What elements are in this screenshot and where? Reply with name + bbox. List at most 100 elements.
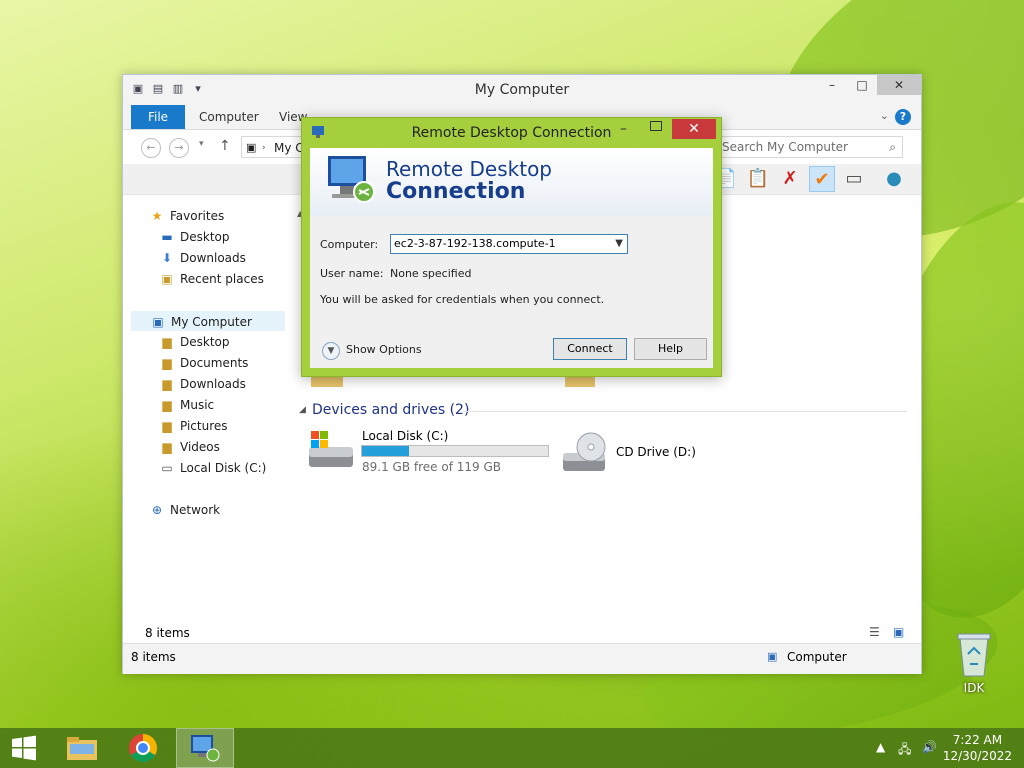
taskbar-file-explorer[interactable] [54, 728, 112, 768]
help-button[interactable]: Help [634, 338, 707, 360]
star-icon: ★ [151, 209, 163, 223]
username-value: None specified [390, 267, 472, 280]
taskbar-remote-desktop[interactable] [176, 728, 234, 768]
nav-fav-downloads[interactable]: ⬇ Downloads [159, 248, 246, 268]
disk-usage-fill [362, 446, 409, 456]
drive-name: CD Drive (D:) [616, 445, 696, 459]
expand-options-icon[interactable]: ▼ [322, 342, 340, 360]
rdc-titlebar[interactable]: Remote Desktop Connection – ✕ [302, 118, 721, 146]
tab-file[interactable]: File [131, 105, 185, 129]
minimize-button[interactable]: – [620, 121, 627, 137]
file-explorer-icon [67, 737, 97, 760]
recycle-bin[interactable]: IDK [950, 630, 998, 695]
taskbar-chrome[interactable] [114, 728, 172, 768]
collapse-group-icon[interactable]: ◢ [299, 405, 306, 415]
start-button[interactable] [0, 728, 48, 768]
computer-value: ec2-3-87-192-138.compute-1 [394, 237, 556, 250]
recent-places-icon: ▣ [161, 272, 173, 286]
rdc-banner-line1: Remote Desktop [386, 157, 553, 181]
network-icon: ⊕ [151, 503, 163, 517]
chevron-down-icon[interactable]: ▼ [615, 235, 623, 253]
folder-icon: ▆ [162, 440, 172, 454]
status-items: 8 items [131, 650, 176, 664]
rdc-body: Remote Desktop Connection Computer: ec2-… [310, 148, 713, 368]
nav-pc-downloads[interactable]: ▆ Downloads [159, 374, 246, 394]
window-title: My Computer [474, 82, 570, 98]
maximize-button[interactable] [650, 121, 662, 131]
computer-icon: ▣ [246, 141, 257, 154]
drive-local-disk[interactable]: Local Disk (C:) 89.1 GB free of 119 GB [307, 429, 567, 479]
group-divider [463, 411, 907, 412]
computer-icon: ▣ [152, 315, 164, 329]
delete-icon[interactable]: ✗ [777, 166, 803, 192]
search-input[interactable]: Search My Computer ⌕ [715, 136, 903, 158]
network-icon[interactable]: 🖧 [898, 740, 911, 761]
recent-locations-icon[interactable]: ▾ [199, 139, 204, 149]
drive-cd[interactable]: CD Drive (D:) [561, 429, 721, 479]
nav-network[interactable]: ⊕ Network [149, 500, 220, 520]
nav-pc-desktop[interactable]: ▆ Desktop [159, 332, 229, 352]
recycle-bin-icon [957, 633, 991, 677]
nav-my-computer[interactable]: ▣ My Computer [131, 311, 285, 331]
tab-computer[interactable]: Computer [199, 110, 259, 124]
clock-date: 12/30/2022 [942, 749, 1012, 763]
nav-fav-recent[interactable]: ▣ Recent places [159, 269, 264, 289]
clock[interactable]: 7:22 AM 12/30/2022 [943, 732, 1012, 764]
large-icons-view-icon[interactable]: ▣ [893, 625, 904, 639]
clipboard-icon[interactable]: 📋 [745, 166, 771, 192]
volume-icon[interactable]: 🔊 [922, 740, 937, 754]
minimize-button[interactable]: – [817, 75, 847, 95]
folder-icon: ▆ [162, 398, 172, 412]
group-devices-heading[interactable]: Devices and drives (2) [312, 402, 469, 418]
nav-fav-desktop[interactable]: ▬ Desktop [159, 227, 229, 247]
status-bar: 8 items ▣ Computer [123, 643, 921, 674]
computer-label: Computer: [320, 238, 379, 251]
remote-desktop-icon [328, 156, 375, 203]
nav-favorites[interactable]: ★ Favorites [149, 206, 225, 226]
status-location: Computer [787, 650, 847, 664]
globe-icon[interactable]: ● [881, 166, 907, 192]
chrome-icon [129, 734, 157, 762]
close-button[interactable]: ✕ [877, 75, 921, 95]
nav-pc-music[interactable]: ▆ Music [159, 395, 214, 415]
ribbon-expand-icon[interactable]: ⌄ [880, 109, 889, 122]
search-icon[interactable]: ⌕ [889, 137, 896, 157]
item-count: 8 items [145, 626, 190, 640]
rdc-dialog[interactable]: Remote Desktop Connection – ✕ Remote Des… [301, 117, 722, 377]
clock-time: 7:22 AM [952, 733, 1003, 747]
hard-drive-icon [309, 431, 353, 467]
forward-button[interactable]: → [169, 138, 189, 158]
taskbar: ▲ 🖧 🔊 7:22 AM 12/30/2022 [0, 728, 1024, 768]
show-options-link[interactable]: Show Options [346, 343, 422, 356]
nav-pc-local-disk[interactable]: ▭ Local Disk (C:) [159, 458, 266, 478]
back-button[interactable]: ← [141, 138, 161, 158]
maximize-button[interactable]: □ [847, 75, 877, 95]
window-controls: – □ ✕ [817, 75, 921, 95]
properties-icon[interactable]: ▭ [841, 166, 867, 192]
drive-free-space: 89.1 GB free of 119 GB [362, 460, 501, 474]
nav-pc-videos[interactable]: ▆ Videos [159, 437, 220, 457]
folder-icon: ▆ [162, 419, 172, 433]
nav-pc-pictures[interactable]: ▆ Pictures [159, 416, 227, 436]
computer-icon: ▣ [767, 650, 778, 663]
up-button[interactable]: ↑ [219, 138, 231, 154]
address-text: My C [274, 141, 304, 155]
desktop-icon: ▬ [161, 230, 173, 244]
download-icon: ⬇ [161, 251, 173, 265]
cd-drive-icon [563, 432, 606, 471]
details-view-icon[interactable]: ☰ [869, 625, 880, 639]
remote-desktop-icon [191, 735, 220, 762]
computer-combobox[interactable]: ec2-3-87-192-138.compute-1 ▼ [390, 234, 628, 254]
search-placeholder: Search My Computer [722, 140, 848, 154]
connect-button[interactable]: Connect [553, 338, 627, 360]
checkmark-icon[interactable]: ✔ [809, 166, 835, 192]
rdc-banner-line2: Connection [386, 179, 526, 204]
close-button[interactable]: ✕ [672, 119, 716, 139]
folder-icon: ▆ [162, 356, 172, 370]
breadcrumb-chevron-icon[interactable]: › [262, 137, 266, 159]
help-icon[interactable]: ? [895, 109, 911, 125]
nav-pc-documents[interactable]: ▆ Documents [159, 353, 248, 373]
rdc-banner: Remote Desktop Connection [310, 148, 713, 217]
explorer-titlebar[interactable]: ▣ ▤ ▥ ▾ My Computer – □ ✕ [123, 75, 921, 105]
show-hidden-icons-icon[interactable]: ▲ [876, 740, 885, 754]
